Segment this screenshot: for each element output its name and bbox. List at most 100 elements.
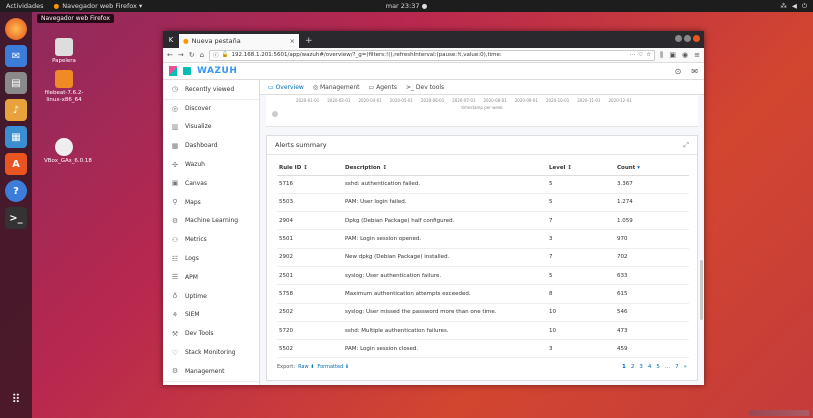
table-row[interactable]: 5501 PAM: Login session opened. 3 970 [277, 229, 689, 249]
library-icon[interactable]: ⫼ [660, 51, 663, 60]
sidebar-item-logs[interactable]: ☷ Logs [163, 249, 259, 268]
close-window-button[interactable] [693, 35, 700, 42]
ml-icon: ⚙ [171, 216, 179, 225]
table-row[interactable]: 5720 sshd: Multiple authentication failur… [277, 321, 689, 341]
table-cell: 5758 [277, 284, 345, 304]
table-row[interactable]: 2902 New dpkg (Debian Package) installed.… [277, 248, 689, 267]
url-bar[interactable]: ⓘ 🔓 192.168.1.201:5601/app/wazuh#/overvi… [209, 49, 656, 61]
app-menu-label: Navegador web Firefox ▾ [62, 2, 143, 10]
sidebar-item-maps[interactable]: ⚲ Maps [163, 193, 259, 212]
browser-tab[interactable]: ● Nueva pestaña × [179, 34, 299, 48]
table-row[interactable]: 2904 Dpkg (Debian Package) half configure… [277, 211, 689, 231]
activities-button[interactable]: Actividades [6, 2, 44, 10]
sidebar-item-stack-monitoring[interactable]: ♡ Stack Monitoring [163, 343, 259, 362]
sidebar-item-siem[interactable]: ⚘ SIEM [163, 306, 259, 325]
sidebar-item-canvas[interactable]: ▣ Canvas [163, 174, 259, 193]
col-level[interactable]: Level ↕ [549, 162, 617, 176]
home-icon[interactable]: ⌂ [200, 51, 204, 59]
mail-icon[interactable]: ✉ [691, 67, 698, 76]
extension-icon[interactable]: ◉ [682, 51, 688, 60]
page-link[interactable]: 3 [639, 364, 643, 370]
page-link[interactable]: » [684, 364, 687, 370]
mail-dock-icon[interactable]: ✉ [5, 45, 27, 67]
col-description[interactable]: Description ↕ [345, 162, 549, 176]
table-cell: 10 [549, 321, 617, 341]
scrollbar[interactable] [700, 260, 703, 320]
sidebar-toggle-icon[interactable]: ▣ [669, 51, 676, 60]
expand-icon[interactable]: ⤢ [683, 141, 689, 150]
forward-icon[interactable]: → [178, 51, 184, 59]
minimize-button[interactable] [675, 35, 682, 42]
tab-dev-tools[interactable]: >_ Dev tools [406, 84, 444, 91]
help-dock-icon[interactable]: ? [5, 180, 27, 202]
new-tab-button[interactable]: + [305, 34, 313, 48]
page-link[interactable]: 5 [656, 364, 660, 370]
software-dock-icon[interactable]: A [5, 153, 27, 175]
table-row[interactable]: 5716 sshd: authentication failed. 5 3.367 [277, 175, 689, 194]
page-actions-icon[interactable]: ⋯ [630, 52, 636, 58]
alerts-histogram: 2020-01-01 2020-02-01 2020-04-01 2020-05-01… [266, 95, 698, 127]
app-brand[interactable]: WAZUH [197, 66, 237, 76]
table-row[interactable]: 5758 Maximum authentication attempts exce… [277, 284, 689, 304]
sidebar-item-discover[interactable]: ◎ Discover [163, 98, 259, 118]
sidebar-item-label: Stack Monitoring [185, 349, 236, 357]
nav-bar: ← → ↻ ⌂ ⓘ 🔓 192.168.1.201:5601/app/wazuh… [163, 48, 704, 63]
desktop-icon-vbox[interactable]: VBox_GAs_6.0.18 [44, 138, 92, 165]
help-icon[interactable]: ⊙ [675, 67, 682, 76]
page-link[interactable]: 7 [675, 364, 679, 370]
table-row[interactable]: 5503 PAM: User login failed. 5 1.274 [277, 193, 689, 213]
terminal-dock-icon[interactable]: >_ [5, 207, 27, 229]
desktop-icon-label: Papelera [52, 58, 76, 64]
maximize-button[interactable] [684, 35, 691, 42]
firefox-dock-icon[interactable] [5, 18, 27, 40]
sidebar-item-label: Visualize [185, 123, 212, 131]
table-row[interactable]: 2501 syslog: User authentication failure.… [277, 266, 689, 286]
legend-toggle-icon[interactable] [272, 111, 278, 117]
sidebar-item-machine-learning[interactable]: ⚙ Machine Learning [163, 212, 259, 231]
office-dock-icon[interactable]: ▦ [5, 126, 27, 148]
sidebar-item-recently-viewed[interactable]: ◷ Recently viewed [163, 80, 259, 99]
sidebar-item-uptime[interactable]: ♁ Uptime [163, 287, 259, 306]
col-label: Rule ID [279, 165, 302, 172]
export-formatted-link[interactable]: Formatted ⬇ [317, 364, 349, 370]
sidebar-item-visualize[interactable]: ▥ Visualize [163, 118, 259, 137]
pocket-icon[interactable]: ♡ [638, 52, 643, 58]
col-rule-id[interactable]: Rule ID ↕ [277, 162, 345, 176]
desktop-icon-trash[interactable]: Papelera [44, 38, 84, 65]
reload-icon[interactable]: ↻ [189, 51, 195, 59]
tab-management[interactable]: ◎ Management [313, 84, 360, 91]
histogram-tick: 2020-04-01 [358, 98, 382, 103]
sidebar-item-dev-tools[interactable]: ⚒ Dev Tools [163, 324, 259, 343]
sidebar-item-metrics[interactable]: ⚇ Metrics [163, 230, 259, 249]
col-count[interactable]: Count ▾ [617, 162, 689, 176]
table-row[interactable]: 2502 syslog: User missed the password mor… [277, 303, 689, 322]
sidebar-item-dashboard[interactable]: ▦ Dashboard [163, 136, 259, 155]
desktop-icon-filebeat[interactable]: filebeat-7.6.2-linux-x86_64 [44, 70, 84, 103]
close-tab-icon[interactable]: × [290, 37, 295, 45]
table-cell: 473 [617, 321, 689, 341]
tab-agents[interactable]: ▭ Agents [369, 84, 397, 91]
sidebar-item-management[interactable]: ⚙ Management [163, 362, 259, 381]
sidebar-item-apm[interactable]: ☰ APM [163, 268, 259, 287]
show-apps-icon[interactable]: ⠿ [7, 392, 25, 410]
app-menu[interactable]: ● Navegador web Firefox ▾ [54, 2, 143, 10]
bookmark-star-icon[interactable]: ☆ [646, 52, 651, 58]
kibana-icon[interactable] [169, 66, 177, 76]
page-link[interactable]: 1 [622, 364, 626, 370]
export-raw-link[interactable]: Raw ⬇ [298, 364, 314, 370]
hamburger-menu-icon[interactable]: ≡ [694, 51, 700, 60]
page-link[interactable]: 2 [631, 364, 635, 370]
space-avatar[interactable] [183, 67, 191, 75]
wazuh-icon: ✣ [172, 160, 178, 169]
page-link[interactable]: 4 [648, 364, 652, 370]
system-tray[interactable]: ⁂ ◀ ⏻ [780, 0, 807, 12]
music-dock-icon[interactable]: ♪ [5, 99, 27, 121]
table-cell: 546 [617, 303, 689, 322]
back-icon[interactable]: ← [167, 51, 173, 59]
table-row[interactable]: 5502 PAM: Login session closed. 3 459 [277, 339, 689, 359]
tab-overview[interactable]: ▭ Overview [268, 84, 304, 91]
files-dock-icon[interactable]: ▤ [5, 72, 27, 94]
folder-icon [55, 70, 73, 88]
sidebar-item-wazuh[interactable]: ✣ Wazuh [163, 155, 259, 174]
sidebar-item-collapse[interactable]: ⇤Collapse [163, 380, 259, 385]
